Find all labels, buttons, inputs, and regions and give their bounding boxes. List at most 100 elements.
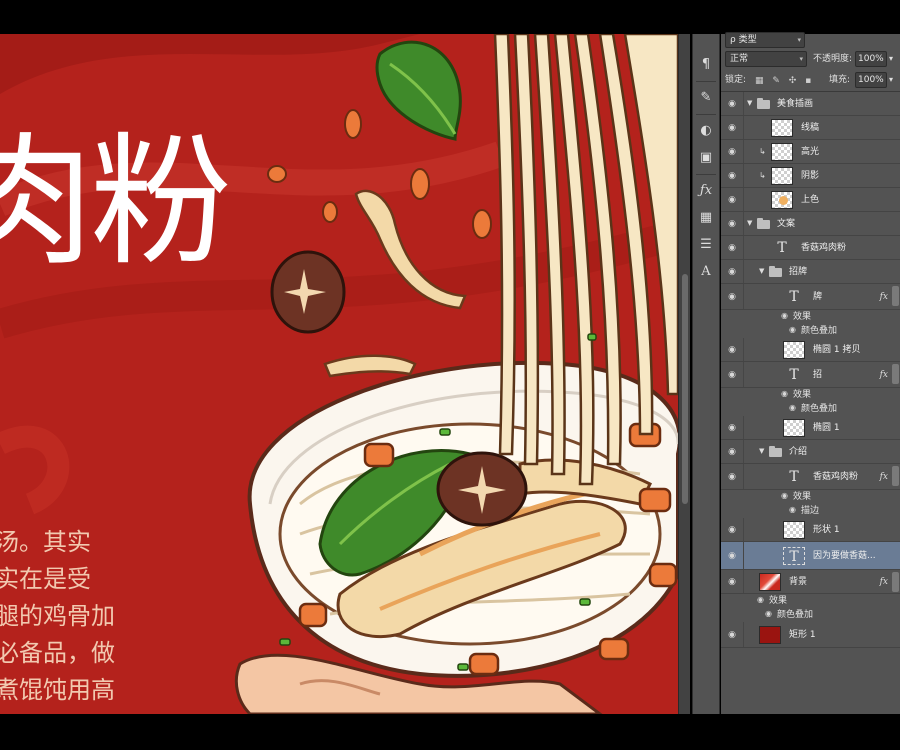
filter-type-dropdown[interactable]: ρ 类型 ▾: [725, 32, 805, 48]
layer-effect-row[interactable]: ◉ 效果: [721, 388, 900, 402]
visibility-eye-icon[interactable]: ◉: [726, 122, 738, 134]
effects-expand-toggle[interactable]: [892, 466, 899, 486]
layer-name[interactable]: 上色: [801, 188, 819, 212]
layer-row[interactable]: ◉ 线稿: [721, 116, 900, 140]
layer-name[interactable]: 阴影: [801, 164, 819, 188]
expand-triangle-icon[interactable]: ▼: [759, 267, 764, 275]
document-canvas[interactable]: 肉粉 汤。其实 实在是受 腿的鸡骨加 必备品，做 煮馄饨用高: [0, 34, 678, 714]
blend-mode-select[interactable]: 正常 ▾: [725, 51, 807, 67]
expand-triangle-icon[interactable]: ▼: [747, 219, 752, 227]
layer-name[interactable]: 香菇鸡肉粉: [813, 464, 858, 490]
effects-expand-toggle[interactable]: [892, 572, 899, 592]
layer-group-row[interactable]: ◉ ▼ 文案: [721, 212, 900, 236]
layer-name[interactable]: 香菇鸡肉粉: [801, 236, 846, 260]
layer-fx-badge[interactable]: fx: [880, 362, 888, 388]
effect-visibility-eye-icon[interactable]: ◉: [781, 389, 788, 398]
visibility-eye-icon[interactable]: ◉: [726, 344, 738, 356]
layer-name[interactable]: 文案: [777, 212, 795, 236]
layer-row[interactable]: ◉ 椭圆 1: [721, 416, 900, 440]
visibility-eye-icon[interactable]: ◉: [726, 576, 738, 588]
visibility-eye-icon[interactable]: ◉: [726, 369, 738, 381]
chevron-down-icon[interactable]: ▾: [889, 72, 893, 88]
opacity-input[interactable]: 100%: [855, 51, 887, 67]
layer-effect-row[interactable]: ◉ 颜色叠加: [721, 608, 900, 622]
effect-visibility-eye-icon[interactable]: ◉: [765, 609, 772, 618]
effect-visibility-eye-icon[interactable]: ◉: [781, 491, 788, 500]
visibility-eye-icon[interactable]: ◉: [726, 446, 738, 458]
visibility-eye-icon[interactable]: ◉: [726, 98, 738, 110]
styles-icon[interactable]: ▣: [695, 147, 717, 169]
visibility-eye-icon[interactable]: ◉: [726, 524, 738, 536]
layer-effect-row[interactable]: ◉ 效果: [721, 310, 900, 324]
visibility-eye-icon[interactable]: ◉: [726, 218, 738, 230]
layer-fx-badge[interactable]: fx: [880, 464, 888, 490]
layer-row[interactable]: ◉ T 因为要做香菇...: [721, 542, 900, 570]
layer-effect-row[interactable]: ◉ 描边: [721, 504, 900, 518]
layer-name[interactable]: 椭圆 1: [813, 416, 840, 440]
layer-row[interactable]: ◉ T 香菇鸡肉粉 fx: [721, 464, 900, 490]
effect-visibility-eye-icon[interactable]: ◉: [789, 325, 796, 334]
grid-icon[interactable]: ▦: [695, 207, 717, 229]
layer-name[interactable]: 招牌: [789, 260, 807, 284]
layer-name[interactable]: 牌: [813, 284, 822, 310]
layer-name[interactable]: 形状 1: [813, 518, 840, 542]
layer-effect-row[interactable]: ◉ 效果: [721, 594, 900, 608]
layer-row[interactable]: ◉ 形状 1: [721, 518, 900, 542]
effects-expand-toggle[interactable]: [892, 364, 899, 384]
visibility-eye-icon[interactable]: ◉: [726, 194, 738, 206]
layer-name[interactable]: 背景: [789, 570, 807, 594]
expand-triangle-icon[interactable]: ▼: [759, 447, 764, 455]
layer-effect-row[interactable]: ◉ 颜色叠加: [721, 324, 900, 338]
layer-row[interactable]: ◉ T 招 fx: [721, 362, 900, 388]
effects-expand-toggle[interactable]: [892, 286, 899, 306]
layer-row[interactable]: ◉ T 香菇鸡肉粉: [721, 236, 900, 260]
layer-name[interactable]: 高光: [801, 140, 819, 164]
layer-name[interactable]: 椭圆 1 拷贝: [813, 338, 860, 362]
fill-input[interactable]: 100%: [855, 72, 887, 88]
visibility-eye-icon[interactable]: ◉: [726, 629, 738, 641]
visibility-eye-icon[interactable]: ◉: [726, 550, 738, 562]
layer-row[interactable]: ◉ T 牌 fx: [721, 284, 900, 310]
effect-visibility-eye-icon[interactable]: ◉: [789, 403, 796, 412]
layer-fx-badge[interactable]: fx: [880, 284, 888, 310]
layer-row[interactable]: ◉ ↳ 高光: [721, 140, 900, 164]
layer-row[interactable]: ◉ 背景 fx: [721, 570, 900, 594]
visibility-eye-icon[interactable]: ◉: [726, 146, 738, 158]
layer-row[interactable]: ◉ 上色: [721, 188, 900, 212]
visibility-eye-icon[interactable]: ◉: [726, 291, 738, 303]
layer-name[interactable]: 线稿: [801, 116, 819, 140]
layer-row[interactable]: ◉ 矩形 1: [721, 622, 900, 648]
layer-group-row[interactable]: ◉ ▼ 招牌: [721, 260, 900, 284]
visibility-eye-icon[interactable]: ◉: [726, 422, 738, 434]
layer-fx-badge[interactable]: fx: [880, 570, 888, 594]
layer-effect-row[interactable]: ◉ 效果: [721, 490, 900, 504]
chevron-down-icon[interactable]: ▾: [889, 51, 893, 67]
expand-triangle-icon[interactable]: ▼: [747, 99, 752, 107]
visibility-eye-icon[interactable]: ◉: [726, 266, 738, 278]
effect-visibility-eye-icon[interactable]: ◉: [789, 505, 796, 514]
adjustments-icon[interactable]: ◐: [695, 120, 717, 142]
character-icon[interactable]: A: [695, 261, 717, 283]
layer-name[interactable]: 招: [813, 362, 822, 388]
channels-icon[interactable]: ☰: [695, 234, 717, 256]
brush-presets-icon[interactable]: ✎: [695, 87, 717, 109]
paragraph-icon[interactable]: ¶: [695, 54, 717, 76]
scrollbar-thumb[interactable]: [682, 274, 688, 504]
effect-visibility-eye-icon[interactable]: ◉: [757, 595, 764, 604]
layer-row[interactable]: ◉ 椭圆 1 拷贝: [721, 338, 900, 362]
layer-group-row[interactable]: ◉ ▼ 介绍: [721, 440, 900, 464]
layer-name[interactable]: 美食插画: [777, 92, 813, 116]
layer-group-row[interactable]: ◉ ▼ 美食插画: [721, 92, 900, 116]
effect-visibility-eye-icon[interactable]: ◉: [781, 311, 788, 320]
layer-effect-row[interactable]: ◉ 颜色叠加: [721, 402, 900, 416]
layer-name[interactable]: 因为要做香菇...: [813, 542, 876, 570]
visibility-eye-icon[interactable]: ◉: [726, 170, 738, 182]
canvas-vertical-scrollbar[interactable]: [678, 34, 690, 714]
lock-icons[interactable]: ▦ ✎ ✣ ▪: [755, 76, 814, 86]
layer-name[interactable]: 矩形 1: [789, 622, 816, 648]
visibility-eye-icon[interactable]: ◉: [726, 242, 738, 254]
fx-icon[interactable]: ƒx: [695, 180, 717, 202]
visibility-eye-icon[interactable]: ◉: [726, 471, 738, 483]
layer-row[interactable]: ◉ ↳ 阴影: [721, 164, 900, 188]
layer-name[interactable]: 介绍: [789, 440, 807, 464]
